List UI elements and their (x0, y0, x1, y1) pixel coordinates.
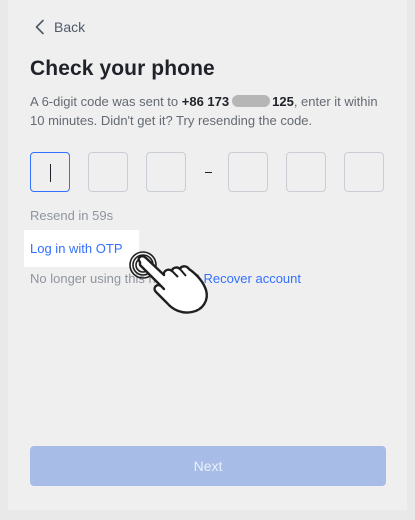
otp-digit-3[interactable] (146, 152, 186, 192)
otp-separator (205, 172, 212, 173)
otp-digit-1[interactable] (30, 152, 70, 192)
phone-number-end: 125 (272, 94, 294, 109)
resend-countdown: Resend in 59s (30, 208, 114, 223)
recover-account-link[interactable]: Recover account (203, 271, 301, 286)
masked-digits (232, 95, 271, 107)
description-prefix: A 6-digit code was sent to (30, 94, 182, 109)
otp-digit-4[interactable] (228, 152, 268, 192)
otp-digit-2[interactable] (88, 152, 128, 192)
otp-digit-5[interactable] (286, 152, 326, 192)
phone-number-start: +86 173 (181, 94, 230, 109)
code-sent-description: A 6-digit code was sent to +86 173 125, e… (30, 92, 380, 130)
back-button[interactable]: Back (34, 19, 85, 35)
otp-digit-6[interactable] (344, 152, 384, 192)
recover-account-row: No longer using this number? Recover acc… (30, 271, 301, 286)
recover-prompt: No longer using this number? (30, 271, 200, 286)
text-caret (50, 164, 51, 182)
back-label: Back (54, 19, 86, 35)
chevron-left-icon (35, 19, 44, 35)
next-button[interactable]: Next (30, 446, 386, 486)
login-with-otp-link[interactable]: Log in with OTP (24, 230, 139, 267)
page-title: Check your phone (30, 57, 215, 80)
